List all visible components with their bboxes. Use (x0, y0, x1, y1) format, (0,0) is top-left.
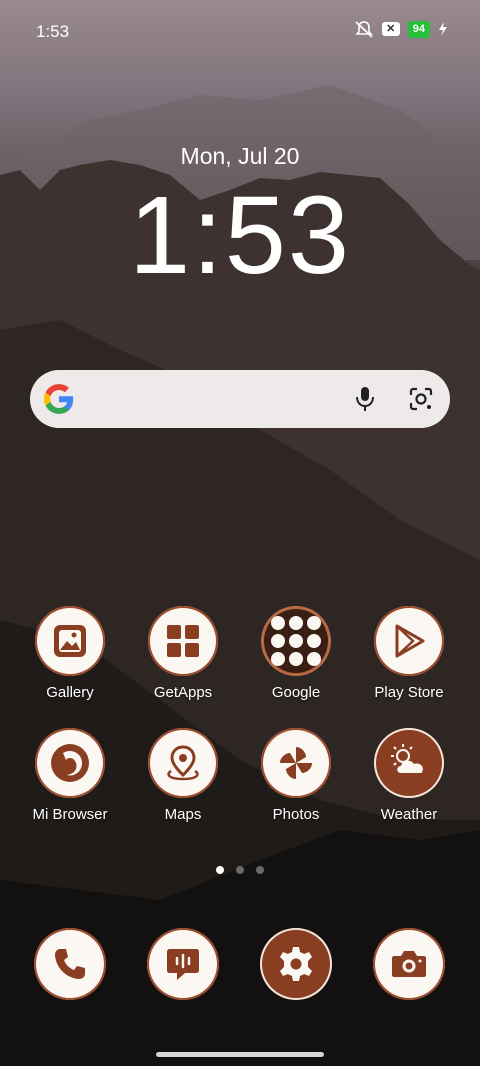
mute-bell-icon (354, 21, 373, 38)
camera-icon (373, 928, 445, 1000)
messages-icon (147, 928, 219, 1000)
app-maps[interactable]: Maps (133, 728, 233, 823)
status-time: 1:53 (36, 22, 70, 41)
photos-icon (261, 728, 331, 798)
app-label: Gallery (46, 684, 94, 701)
app-photos[interactable]: Photos (246, 728, 346, 823)
app-label: Photos (272, 806, 320, 823)
status-bar: 1:53 ✕ 94 (0, 0, 480, 62)
weather-icon (374, 728, 444, 798)
app-gallery[interactable]: Gallery (20, 606, 120, 701)
app-mi-browser[interactable]: Mi Browser (20, 728, 120, 823)
app-label: GetApps (153, 684, 213, 701)
app-label: Maps (164, 806, 202, 823)
dock-messages[interactable] (133, 928, 233, 1000)
gallery-icon (35, 606, 105, 676)
app-label: Weather (380, 806, 438, 823)
page-dot-active[interactable] (216, 866, 224, 874)
app-label: Play Store (374, 684, 444, 701)
lock-date[interactable]: Mon, Jul 20 (0, 143, 480, 170)
app-play-store[interactable]: Play Store (359, 606, 459, 701)
gesture-nav-bar[interactable] (156, 1052, 324, 1057)
mic-icon[interactable] (354, 385, 376, 413)
battery-level: 94 (407, 20, 430, 38)
lock-clock[interactable]: 1:53 (0, 172, 480, 299)
charging-icon (439, 22, 447, 36)
dock-settings[interactable] (246, 928, 346, 1000)
folder-icon (261, 606, 331, 676)
app-google-folder[interactable]: Google (246, 606, 346, 701)
app-label: Google (271, 684, 321, 701)
page-indicator (0, 866, 480, 874)
maps-icon (148, 728, 218, 798)
page-dot[interactable] (256, 866, 264, 874)
google-g-icon (43, 384, 74, 414)
settings-icon (260, 928, 332, 1000)
app-label: Mi Browser (32, 806, 108, 823)
getapps-icon (148, 606, 218, 676)
home-screen: 1:53 ✕ 94 Mon, Jul 20 1:53 Gallery GetAp… (0, 0, 480, 1066)
mi-browser-icon (35, 728, 105, 798)
lens-icon[interactable] (408, 386, 434, 412)
google-search-bar[interactable] (30, 370, 450, 428)
no-sim-icon: ✕ (381, 22, 400, 36)
dock-phone[interactable] (20, 928, 120, 1000)
phone-icon (34, 928, 106, 1000)
dock-camera[interactable] (359, 928, 459, 1000)
app-getapps[interactable]: GetApps (133, 606, 233, 701)
page-dot[interactable] (236, 866, 244, 874)
play-store-icon (374, 606, 444, 676)
app-weather[interactable]: Weather (359, 728, 459, 823)
status-icons: ✕ 94 (354, 20, 448, 38)
